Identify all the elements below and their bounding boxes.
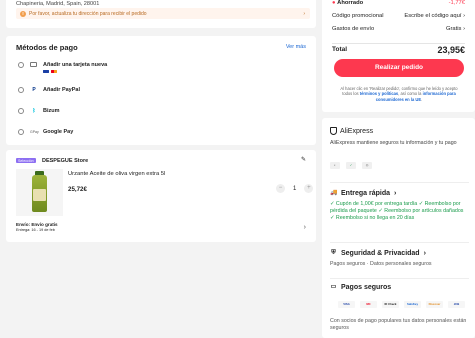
id-check-logo: ID Check — [382, 301, 399, 308]
certification-badges: ◐ ✓ ◎ — [330, 162, 372, 169]
safekey-logo: SafeKey — [404, 301, 421, 308]
place-order-button[interactable]: Realizar pedido — [334, 59, 464, 77]
visa-logo: VISA — [338, 301, 355, 308]
payment-option-label: Bizum — [43, 108, 60, 114]
radio-button[interactable] — [18, 62, 24, 68]
cert-badge: ✓ — [346, 162, 356, 169]
choice-badge: Selección — [16, 158, 36, 163]
total-label: Total — [332, 46, 348, 53]
address-card: Chapineria, Madrid, Spain, 28001 ! Por f… — [6, 0, 316, 28]
divider — [330, 182, 469, 183]
product-image[interactable] — [16, 169, 63, 216]
secure-payments-text: Con socios de pago populares tus datos p… — [330, 318, 467, 331]
savings-label: Ahorrado — [337, 0, 364, 6]
divider — [332, 43, 465, 44]
divider — [330, 242, 469, 243]
delivery-date: Entrega: 16 - 19 de feb — [16, 228, 55, 232]
payment-title: Métodos de pago — [16, 43, 78, 52]
security-privacy-section[interactable]: ⛨ Seguridad & Privacidad › Pagos seguros ·… — [330, 250, 469, 268]
google-pay-icon: GPay — [30, 130, 39, 134]
aliexpress-logo: AliExpress — [330, 127, 373, 135]
promo-row[interactable]: Código promocional Escribe el código aqu… — [332, 13, 465, 19]
shipping-label: Gastos de envío — [332, 26, 375, 32]
address-alert[interactable]: ! Por favor, actualiza tu dirección para… — [16, 8, 310, 19]
trust-description: AliExpress mantiene seguros tu informaci… — [330, 140, 457, 146]
bizum-icon: ᛒ — [32, 108, 36, 114]
truck-icon: 🚚 — [330, 190, 338, 196]
total-value: 23,95€ — [437, 45, 465, 55]
payment-methods-card: Métodos de pago Ver más Añadir una tarje… — [6, 36, 316, 145]
order-summary-card: ● Ahorrado -1,77€ Código promocional Esc… — [322, 0, 475, 112]
shield-check-icon: ⛨ — [331, 250, 336, 256]
radio-button[interactable] — [18, 87, 24, 93]
mastercard-logo: MC — [360, 301, 377, 308]
radio-button[interactable] — [18, 108, 24, 114]
promo-label: Código promocional — [332, 13, 384, 19]
shipping-value: Gratis › — [445, 26, 465, 32]
store-name[interactable]: DESPEGUE Store — [42, 158, 88, 164]
card-brands — [43, 70, 57, 73]
promo-input[interactable]: Escribe el código aquí › — [404, 13, 465, 19]
savings-row: ● Ahorrado -1,77€ — [332, 0, 465, 6]
savings-icon: ● — [332, 0, 336, 6]
address-line: Chapineria, Madrid, Spain, 28001 — [16, 1, 100, 7]
discover-logo: Discover — [426, 301, 443, 308]
visa-icon — [43, 70, 49, 73]
cert-badge: ◎ — [362, 162, 372, 169]
chevron-right-icon[interactable]: › — [304, 224, 306, 231]
payment-option-label: Añadir una tarjeta nueva — [43, 62, 108, 68]
terms-link[interactable]: términos y políticas — [360, 91, 398, 96]
quantity-value: 1 — [293, 185, 297, 192]
mastercard-icon — [51, 70, 57, 73]
shipping-info: Envío: Envío gratis — [16, 222, 58, 227]
divider — [330, 278, 469, 279]
product-price: 25,72€ — [68, 186, 87, 193]
shipping-row: Gastos de envío Gratis › — [332, 26, 465, 32]
decrease-button[interactable]: − — [276, 184, 285, 193]
shield-icon — [330, 127, 337, 135]
quantity-stepper: − 1 + — [276, 184, 314, 193]
warning-icon: ! — [20, 10, 26, 17]
increase-button[interactable]: + — [304, 184, 314, 193]
jcb-logo: JCB — [448, 301, 465, 308]
legal-text: Al hacer clic en 'Realizar pedido', conf… — [340, 86, 458, 102]
payment-option-label: Añadir PayPal — [43, 87, 80, 93]
secure-payments-section: ▭ Pagos seguros — [330, 284, 392, 291]
savings-value: -1,77€ — [448, 0, 465, 6]
product-name[interactable]: Urzante Aceite de oliva virgen extra 5l — [68, 171, 165, 177]
paypal-icon: P — [32, 87, 36, 93]
trust-card: AliExpress AliExpress mantiene seguros t… — [322, 118, 475, 338]
store-card: Selección DESPEGUE Store ✎ Urzante Aceit… — [6, 150, 316, 242]
total-row: Total 23,95€ — [332, 45, 465, 55]
radio-button[interactable] — [18, 129, 24, 135]
credit-card-icon — [30, 62, 37, 67]
payment-option-label: Google Pay — [43, 129, 74, 135]
payment-logos: VISA MC ID Check SafeKey Discover JCB — [338, 301, 465, 308]
credit-card-icon: ▭ — [330, 284, 337, 290]
address-alert-text: Por favor, actualiza tu dirección para r… — [29, 11, 147, 17]
fast-delivery-section[interactable]: 🚚 Entrega rápida › ✓ Cupón de 1,00€ por en… — [330, 190, 469, 222]
see-more-link[interactable]: Ver más — [286, 44, 306, 50]
edit-icon[interactable]: ✎ — [301, 156, 306, 163]
chevron-right-icon: › — [303, 10, 305, 17]
cert-badge: ◐ — [330, 162, 340, 169]
